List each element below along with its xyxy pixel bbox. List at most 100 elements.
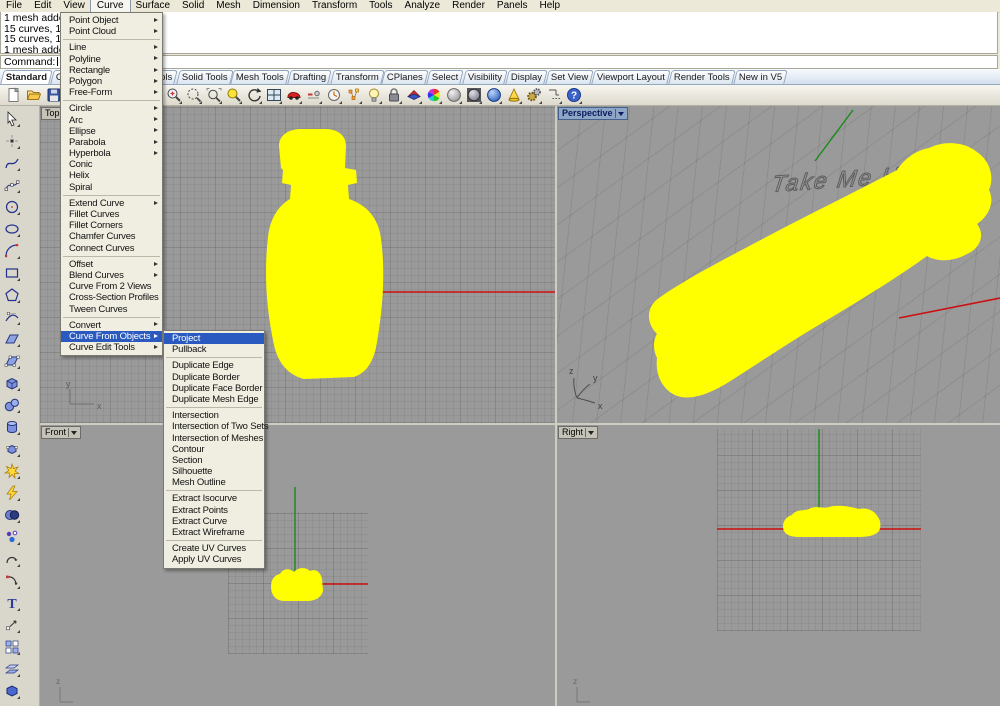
menu-item-curve-from-objects[interactable]: Curve From Objects [61,331,162,342]
tab-drafting[interactable]: Drafting [288,70,333,84]
menu-item-duplicate-border[interactable]: Duplicate Border [164,372,264,383]
move-point-icon[interactable] [2,615,21,634]
menu-item-extract-wireframe[interactable]: Extract Wireframe [164,527,264,538]
text-icon[interactable]: T [2,593,21,612]
menu-item-polygon[interactable]: Polygon [61,76,162,87]
menu-item-offset[interactable]: Offset [61,259,162,270]
menu-item-extend-curve[interactable]: Extend Curve [61,198,162,209]
point-icon[interactable] [2,131,21,150]
polygon-icon[interactable] [2,285,21,304]
viewport-perspective-label[interactable]: Perspective [558,107,628,120]
tab-cplanes[interactable]: CPlanes [382,70,429,84]
menu-item-spiral[interactable]: Spiral [61,182,162,193]
rectangle-icon[interactable] [2,263,21,282]
solid-edit-icon[interactable] [2,439,21,458]
surface-icon[interactable] [2,329,21,348]
boolean-icon[interactable] [2,505,21,524]
tab-visibility[interactable]: Visibility [462,70,508,84]
menu-item-free-form[interactable]: Free-Form [61,87,162,98]
circle-icon[interactable] [2,197,21,216]
box-icon[interactable] [2,373,21,392]
menu-item-ellipse[interactable]: Ellipse [61,126,162,137]
menu-item-convert[interactable]: Convert [61,320,162,331]
menu-curve[interactable]: Curve [91,0,130,12]
menu-item-cross-section-profiles[interactable]: Cross-Section Profiles [61,292,162,303]
new-document-icon[interactable] [4,86,23,105]
points-icon[interactable] [344,86,363,105]
menu-view[interactable]: View [57,0,91,12]
menu-item-contour[interactable]: Contour [164,444,264,455]
history-icon[interactable] [544,86,563,105]
sphere-gray-icon[interactable] [444,86,463,105]
menu-item-parabola[interactable]: Parabola [61,137,162,148]
menu-item-duplicate-face-border[interactable]: Duplicate Face Border [164,383,264,394]
mesh-object-right[interactable] [783,506,880,537]
tab-transform[interactable]: Transform [330,70,384,84]
menu-item-extract-points[interactable]: Extract Points [164,505,264,516]
tab-mesh-tools[interactable]: Mesh Tools [231,70,290,84]
menu-dimension[interactable]: Dimension [247,0,306,12]
menu-item-conic[interactable]: Conic [61,159,162,170]
menu-item-silhouette[interactable]: Silhouette [164,466,264,477]
car-icon[interactable] [284,86,303,105]
viewport-layout-icon[interactable] [264,86,283,105]
tab-set-view[interactable]: Set View [545,70,594,84]
viewport-right-label[interactable]: Right [558,426,598,439]
menu-item-blend-curves[interactable]: Blend Curves [61,270,162,281]
menu-item-curve-from-2-views[interactable]: Curve From 2 Views [61,281,162,292]
menu-item-connect-curves[interactable]: Connect Curves [61,243,162,254]
sphere-blue-icon[interactable] [484,86,503,105]
menu-item-intersection[interactable]: Intersection [164,410,264,421]
menu-item-pullback[interactable]: Pullback [164,344,264,355]
menu-item-helix[interactable]: Helix [61,170,162,181]
menu-item-polyline[interactable]: Polyline [61,54,162,65]
viewport-front[interactable]: z Front [40,425,555,706]
menu-tools[interactable]: Tools [363,0,398,12]
menu-item-point-object[interactable]: Point Object [61,15,162,26]
rotate-view-icon[interactable] [244,86,263,105]
menu-panels[interactable]: Panels [491,0,534,12]
mesh-object-front[interactable] [271,568,323,601]
point-cloud-icon[interactable] [2,527,21,546]
control-point-curve-icon[interactable] [2,175,21,194]
zoom-window-icon[interactable] [204,86,223,105]
menu-surface[interactable]: Surface [130,0,176,12]
menu-file[interactable]: File [0,0,28,12]
help-icon[interactable]: ? [564,86,583,105]
viewport-perspective[interactable]: Take Me Ho z y x Perspective [557,106,1000,423]
menu-item-section[interactable]: Section [164,455,264,466]
zoom-extents-icon[interactable] [224,86,243,105]
menu-analyze[interactable]: Analyze [399,0,447,12]
lightbulb-icon[interactable] [364,86,383,105]
menu-item-apply-uv-curves[interactable]: Apply UV Curves [164,554,264,565]
cylinder-icon[interactable] [2,417,21,436]
surface-points-icon[interactable] [2,351,21,370]
gears-icon[interactable] [524,86,543,105]
menu-edit[interactable]: Edit [28,0,57,12]
sphere-dark-icon[interactable] [464,86,483,105]
menu-item-arc[interactable]: Arc [61,115,162,126]
tab-standard[interactable]: Standard [0,70,53,84]
menu-item-point-cloud[interactable]: Point Cloud [61,26,162,37]
tab-select[interactable]: Select [427,70,465,84]
menu-mesh[interactable]: Mesh [210,0,246,12]
menu-item-fillet-corners[interactable]: Fillet Corners [61,220,162,231]
cone-icon[interactable] [504,86,523,105]
menu-item-tween-curves[interactable]: Tween Curves [61,304,162,315]
clock-icon[interactable] [324,86,343,105]
tab-new-in-v5[interactable]: New in V5 [733,70,788,84]
menu-item-create-uv-curves[interactable]: Create UV Curves [164,543,264,554]
tab-render-tools[interactable]: Render Tools [669,70,736,84]
open-folder-icon[interactable] [24,86,43,105]
viewport-front-label[interactable]: Front [41,426,81,439]
menu-item-mesh-outline[interactable]: Mesh Outline [164,477,264,488]
menu-item-duplicate-mesh-edge[interactable]: Duplicate Mesh Edge [164,394,264,405]
spheres-icon[interactable] [2,395,21,414]
menu-item-intersection-of-two-sets[interactable]: Intersection of Two Sets [164,421,264,432]
menu-item-extract-isocurve[interactable]: Extract Isocurve [164,493,264,504]
menu-item-chamfer-curves[interactable]: Chamfer Curves [61,231,162,242]
arc-icon[interactable] [2,241,21,260]
menu-item-project[interactable]: Project [164,333,264,344]
menu-item-intersection-of-meshes[interactable]: Intersection of Meshes [164,433,264,444]
curve-handle-icon[interactable] [2,307,21,326]
